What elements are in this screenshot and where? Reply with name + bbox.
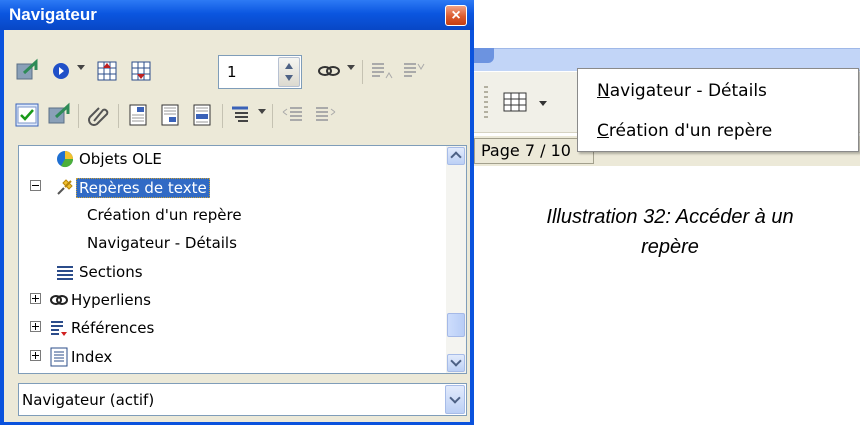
page-indicator: Page 7 / 10 (481, 141, 571, 160)
chevron-down-icon[interactable] (445, 385, 465, 414)
drag-mode-icon[interactable] (316, 58, 342, 84)
bookmark-popup-menu: Navigateur - Détails Création d'un repèr… (577, 68, 859, 152)
navigation-dropdown-arrow[interactable] (77, 65, 85, 70)
previous-object-icon[interactable] (94, 58, 120, 84)
references-icon (49, 318, 69, 338)
tree-item-label: Création d'un repère (87, 206, 242, 224)
toolbar-separator (118, 104, 119, 128)
caption-line-2: repère (641, 236, 699, 258)
demote-level-icon[interactable] (312, 102, 338, 128)
close-button[interactable]: × (445, 5, 467, 26)
tree-item-label: Repères de texte (76, 178, 210, 198)
next-object-icon[interactable] (128, 58, 154, 84)
page-number-spinner[interactable]: 1 (218, 55, 302, 89)
page-indicator-box[interactable]: Page 7 / 10 (474, 138, 594, 164)
navigator-tree[interactable]: Objets OLE Repères de texte Création d'u… (18, 145, 467, 374)
index-icon (49, 347, 69, 367)
set-reminder-icon[interactable] (46, 102, 72, 128)
document-select[interactable]: Navigateur (actif) (18, 383, 467, 416)
document-select-value: Navigateur (actif) (22, 391, 155, 409)
table-icon[interactable] (503, 91, 527, 113)
toolbar-grip[interactable] (484, 86, 488, 120)
menu-accelerator: C (597, 121, 609, 141)
scroll-up-button[interactable] (447, 147, 465, 165)
menu-accelerator: N (597, 81, 610, 101)
menu-item-label: avigateur - Détails (609, 81, 767, 101)
tree-item-label: Références (71, 319, 155, 337)
table-dropdown-arrow[interactable] (539, 101, 547, 106)
caption-line-1: Illustration 32: Accéder à un (546, 206, 794, 228)
demote-chapter-icon[interactable] (400, 58, 426, 84)
menu-item-label: réation d'un repère (608, 121, 773, 141)
tree-item-label: Index (71, 348, 113, 366)
ole-objects-icon (55, 149, 75, 169)
drag-mode-dropdown-arrow[interactable] (347, 65, 355, 70)
scroll-down-button[interactable] (447, 354, 465, 372)
paperclip-icon[interactable] (86, 102, 112, 128)
title-bar[interactable]: Navigateur × (0, 0, 474, 30)
promote-level-icon[interactable] (280, 102, 306, 128)
tree-scrollbar[interactable] (446, 146, 466, 373)
menu-item-navigator-details[interactable]: Navigateur - Détails (597, 81, 767, 101)
toggle-icon[interactable] (14, 58, 40, 84)
hyperlinks-chain-icon (49, 290, 69, 310)
bookmark-pin-icon (55, 177, 75, 197)
page-number-value: 1 (227, 63, 237, 81)
header-icon[interactable] (126, 102, 152, 128)
content-view-icon[interactable] (14, 102, 40, 128)
tree-item-label: Navigateur - Détails (87, 234, 237, 252)
toolbar-separator (362, 60, 363, 84)
expand-toggle[interactable] (30, 350, 41, 361)
footer-icon[interactable] (158, 102, 184, 128)
toolbar-separator (222, 104, 223, 128)
tree-item-label: Sections (79, 263, 143, 281)
expand-toggle[interactable] (30, 293, 41, 304)
tree-item-label: Hyperliens (71, 291, 151, 309)
navigator-window: Navigateur × 1 Objets OLE Repères de tex… (0, 0, 474, 425)
heading-levels-icon[interactable] (228, 102, 254, 128)
anchor-text-icon[interactable] (190, 102, 216, 128)
illustration-caption: Illustration 32: Accéder à un repère (490, 202, 850, 262)
tree-item-label: Objets OLE (79, 150, 162, 168)
sections-icon (55, 262, 75, 282)
scroll-thumb[interactable] (447, 313, 465, 337)
expand-toggle[interactable] (30, 321, 41, 332)
heading-levels-dropdown-arrow[interactable] (258, 109, 266, 114)
toolbar-separator (272, 104, 273, 128)
tab-corner (474, 48, 494, 63)
menu-item-bookmark-creation[interactable]: Création d'un repère (597, 121, 772, 141)
spinner-buttons[interactable] (278, 57, 300, 87)
collapse-toggle[interactable] (30, 180, 41, 191)
promote-chapter-icon[interactable] (368, 58, 394, 84)
window-title: Navigateur (9, 5, 97, 24)
toolbar-separator (78, 104, 79, 128)
navigation-icon[interactable] (48, 58, 74, 84)
